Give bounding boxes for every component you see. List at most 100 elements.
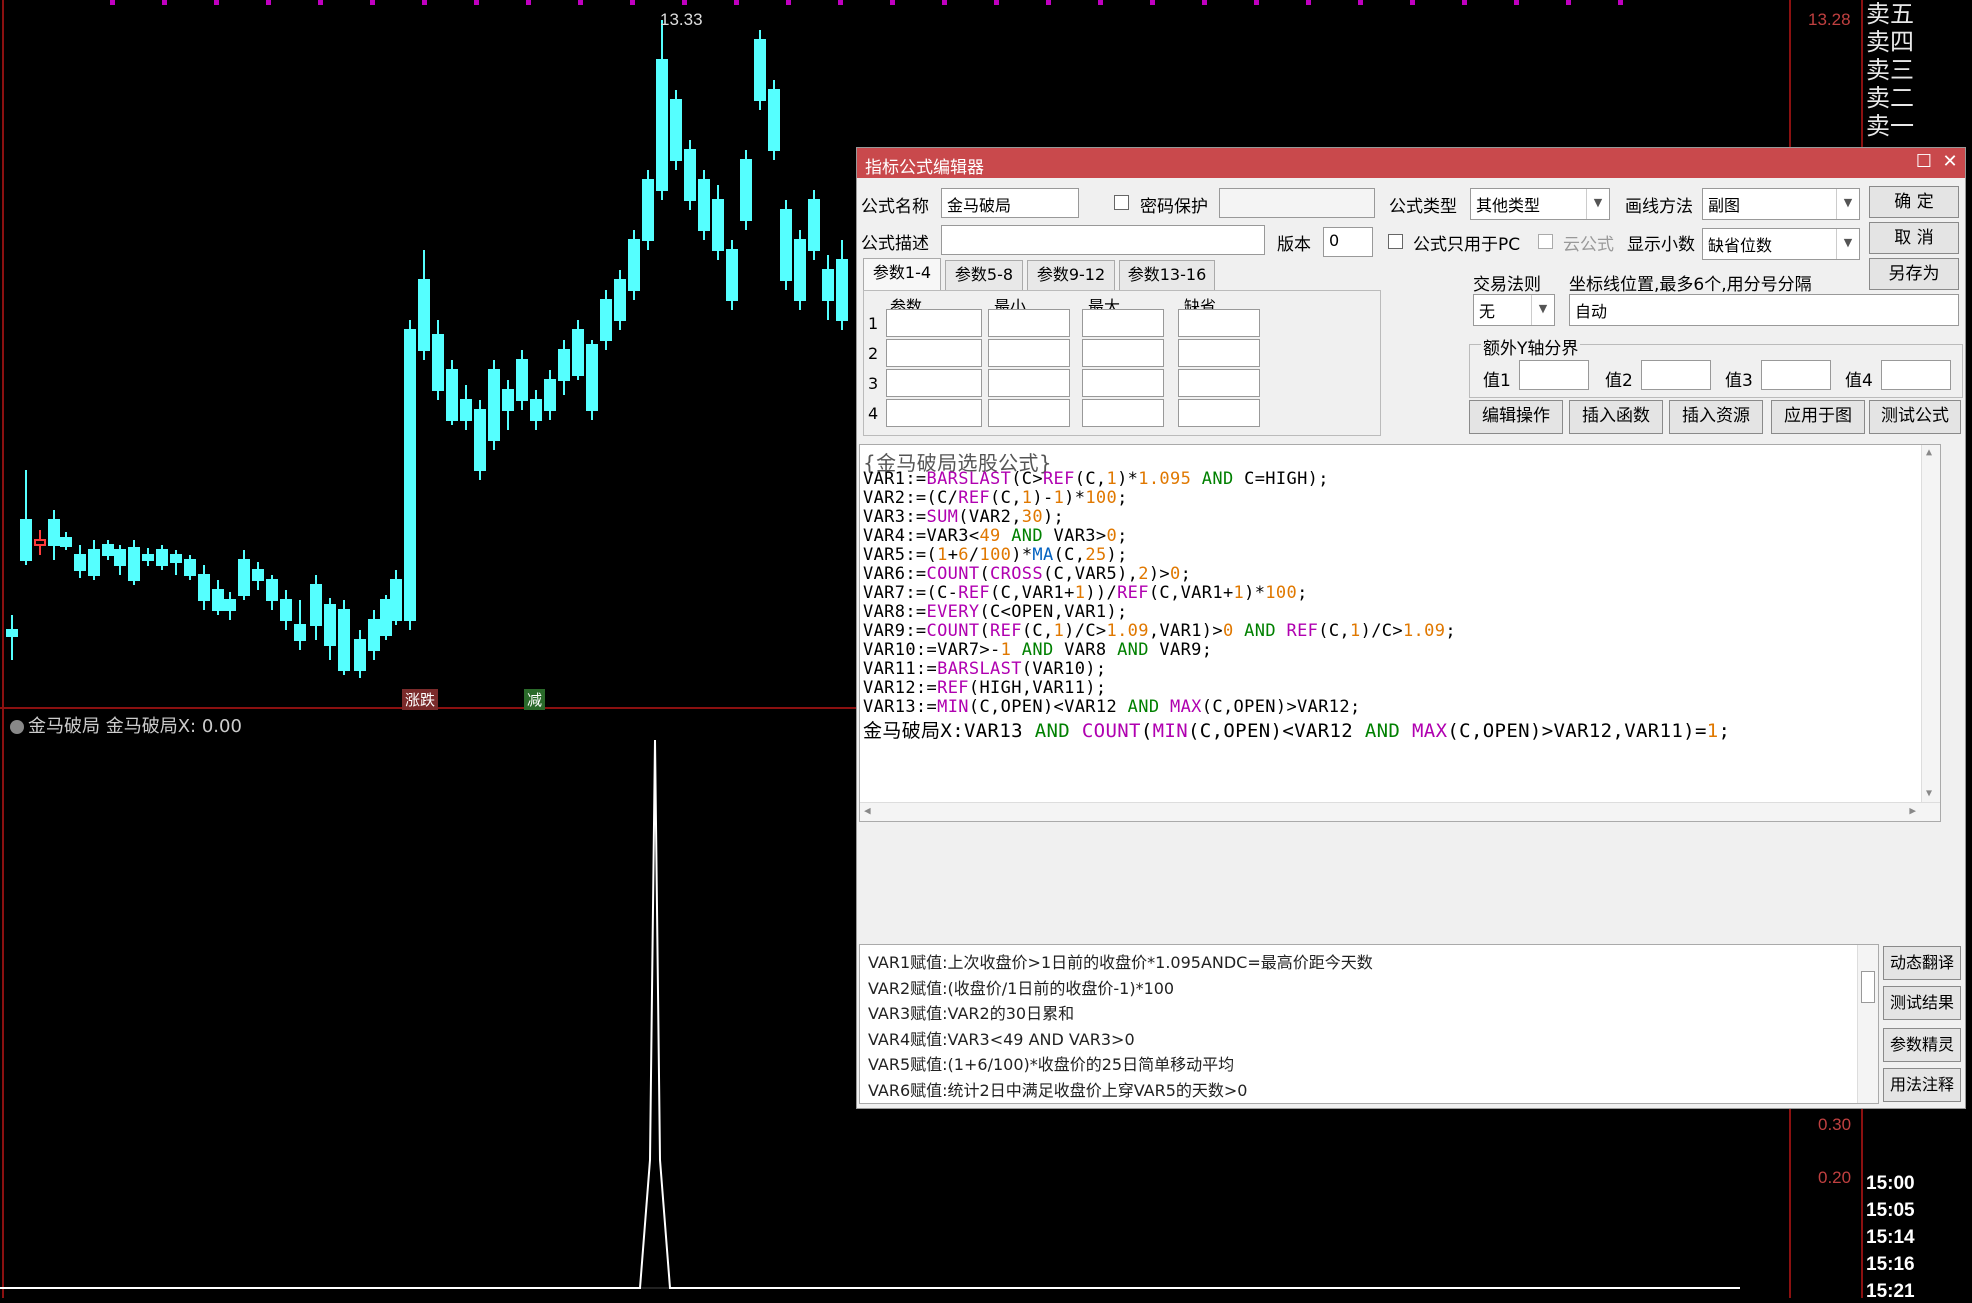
draw-method-select[interactable]: 副图 ▼ xyxy=(1702,188,1860,220)
formula-name-input[interactable]: 金马破局 xyxy=(941,188,1079,218)
scroll-left-icon[interactable]: ◀ xyxy=(864,804,871,817)
code-token: 1.09 xyxy=(1402,621,1446,641)
param-cell-input[interactable] xyxy=(886,309,982,337)
code-token: 30 xyxy=(1021,507,1043,527)
formula-desc-input[interactable] xyxy=(941,225,1265,255)
value3-input[interactable] xyxy=(1761,360,1831,390)
code-token: (C, xyxy=(1074,469,1107,489)
vertical-scrollbar[interactable]: ▲ ▼ xyxy=(1921,445,1940,821)
scroll-thumb[interactable] xyxy=(1861,971,1875,1003)
param-cell-input[interactable] xyxy=(886,339,982,367)
decimals-label: 显示小数 xyxy=(1627,235,1695,255)
password-input[interactable] xyxy=(1219,188,1375,218)
translation-scrollbar[interactable] xyxy=(1857,945,1878,1103)
collapse-icon[interactable] xyxy=(10,720,24,734)
top-marker xyxy=(318,0,323,5)
code-token: (C,VAR1+ xyxy=(990,583,1075,603)
scroll-right-icon[interactable]: ▶ xyxy=(1909,804,1916,817)
formula-type-select[interactable]: 其他类型 ▼ xyxy=(1470,188,1610,220)
axis-pos-input[interactable]: 自动 xyxy=(1569,294,1959,326)
insert-func-button[interactable]: 插入函数 xyxy=(1569,400,1663,434)
tab-params-13-16[interactable]: 参数13-16 xyxy=(1119,260,1215,290)
order-level: 卖五 xyxy=(1866,0,1914,28)
value4-input[interactable] xyxy=(1881,360,1951,390)
save-as-button[interactable]: 另存为 xyxy=(1869,258,1959,290)
code-token: VAR4:=VAR3< xyxy=(863,526,980,546)
candle-body xyxy=(572,329,584,376)
tab-params-5-8[interactable]: 参数5-8 xyxy=(945,260,1023,290)
trade-time: 15:16 xyxy=(1866,1254,1915,1275)
insert-res-button[interactable]: 插入资源 xyxy=(1669,400,1763,434)
candle-body xyxy=(294,624,306,641)
candle-body xyxy=(544,379,556,411)
maximize-icon[interactable]: ☐ xyxy=(1913,151,1935,173)
param-cell-input[interactable] xyxy=(988,309,1070,337)
param-cell-input[interactable] xyxy=(1178,309,1260,337)
param-cell-input[interactable] xyxy=(1082,309,1164,337)
param-cell-input[interactable] xyxy=(988,399,1070,427)
code-token: VAR12:= xyxy=(863,678,938,698)
code-token: SUM xyxy=(926,507,959,527)
close-icon[interactable]: ✕ xyxy=(1939,151,1961,173)
trade-rule-value: 无 xyxy=(1479,302,1496,321)
candle-body xyxy=(102,544,114,556)
code-token: (VAR2, xyxy=(958,507,1022,527)
code-token: 1 xyxy=(1106,469,1118,489)
code-token: COUNT xyxy=(1081,720,1141,742)
indicator-header: 金马破局 金马破局X: 0.00 xyxy=(10,712,242,738)
dynamic-translation-panel[interactable]: VAR1赋值:上次收盘价>1日前的收盘价*1.095ANDC=最高价距今天数 VA… xyxy=(859,944,1879,1104)
cancel-button[interactable]: 取 消 xyxy=(1869,222,1959,254)
cloud-checkbox[interactable] xyxy=(1538,234,1553,249)
password-checkbox[interactable] xyxy=(1114,195,1129,210)
code-token: VAR10:=VAR7>- xyxy=(863,640,1001,660)
value2-input[interactable] xyxy=(1641,360,1711,390)
dialog-titlebar[interactable]: 指标公式编辑器 ☐ ✕ xyxy=(857,148,1965,178)
test-formula-button[interactable]: 测试公式 xyxy=(1869,400,1961,434)
code-token: 1.095 xyxy=(1138,469,1192,489)
top-marker xyxy=(1306,0,1311,5)
trade-rule-select[interactable]: 无 ▼ xyxy=(1473,294,1555,326)
param-cell-input[interactable] xyxy=(1082,399,1164,427)
usage-notes-button[interactable]: 用法注释 xyxy=(1883,1068,1961,1102)
tab-params-1-4[interactable]: 参数1-4 xyxy=(863,258,941,290)
chevron-down-icon: ▼ xyxy=(1836,189,1859,219)
indicator-values: 金马破局 金马破局X: 0.00 xyxy=(28,716,242,737)
param-cell-input[interactable] xyxy=(886,369,982,397)
top-marker xyxy=(1046,0,1051,5)
code-token: ; xyxy=(1117,526,1128,546)
param-cell-input[interactable] xyxy=(886,399,982,427)
event-badge[interactable]: 涨跌 xyxy=(402,689,439,710)
test-result-button[interactable]: 测试结果 xyxy=(1883,986,1961,1020)
param-cell-input[interactable] xyxy=(988,339,1070,367)
param-cell-input[interactable] xyxy=(988,369,1070,397)
apply-button[interactable]: 应用于图 xyxy=(1771,400,1865,434)
horizontal-scrollbar[interactable]: ◀ ▶ xyxy=(860,802,1940,821)
candle-body xyxy=(768,89,780,151)
code-token: VAR11:= xyxy=(863,659,938,679)
dynamic-translate-button[interactable]: 动态翻译 xyxy=(1883,946,1961,980)
ok-button[interactable]: 确 定 xyxy=(1869,186,1959,218)
value1-input[interactable] xyxy=(1519,360,1589,390)
code-token: REF xyxy=(958,488,991,508)
formula-code-editor[interactable]: {金马破局选股公式} VAR1:=BARSLAST(C>REF(C,1)*1.0… xyxy=(859,444,1941,822)
event-badge[interactable]: 减 xyxy=(524,689,546,710)
param-cell-input[interactable] xyxy=(1082,369,1164,397)
param-wizard-button[interactable]: 参数精灵 xyxy=(1883,1028,1961,1062)
candle-body xyxy=(754,39,766,101)
code-token: AND xyxy=(1233,621,1287,641)
tab-params-9-12[interactable]: 参数9-12 xyxy=(1027,260,1115,290)
edit-ops-button[interactable]: 编辑操作 xyxy=(1469,400,1563,434)
param-cell-input[interactable] xyxy=(1082,339,1164,367)
translation-line: VAR5赋值:(1+6/100)*收盘价的25日简单移动平均 xyxy=(868,1055,1235,1074)
scroll-up-icon[interactable]: ▲ xyxy=(1926,447,1932,458)
version-input[interactable]: 0 xyxy=(1323,227,1373,257)
param-cell-input[interactable] xyxy=(1178,399,1260,427)
scroll-down-icon[interactable]: ▼ xyxy=(1926,788,1932,799)
pc-only-checkbox[interactable] xyxy=(1388,234,1403,249)
code-token: 0 xyxy=(1106,526,1118,546)
param-cell-input[interactable] xyxy=(1178,369,1260,397)
param-cell-input[interactable] xyxy=(1178,339,1260,367)
candle-body xyxy=(324,604,336,646)
code-token: )/C> xyxy=(1360,621,1403,641)
decimals-select[interactable]: 缺省位数 ▼ xyxy=(1702,228,1860,260)
